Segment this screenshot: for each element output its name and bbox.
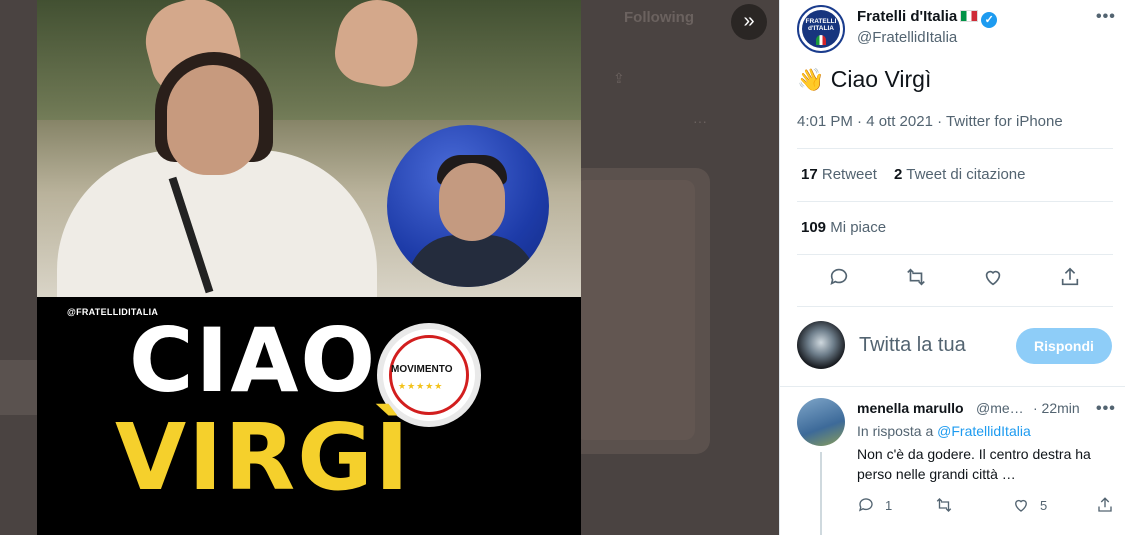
inset-portrait [387,125,549,287]
person-head [167,65,259,175]
poster-headline-line1: CIAO [129,309,378,412]
tweet-detail-panel: FRATELLI d'ITALIA Fratelli d'Italia ✓ @Fr… [779,0,1125,535]
flame-icon [816,35,826,45]
poster-headline-line2: VIRGÌ [115,404,412,511]
waving-hand-icon: 👋 [797,67,825,92]
verified-badge-icon: ✓ [981,12,998,28]
logo-ring [389,335,469,415]
reply-icon[interactable] [828,266,852,290]
likes-label: Mi piace [830,219,887,236]
retweets-count: 17 [801,166,818,183]
divider [797,201,1113,202]
following-label: Following [624,9,694,26]
comment-like-count: 5 [1040,497,1048,513]
comment-text: Non c'è da godere. Il centro destra ha p… [857,446,1091,482]
background-strip [0,360,40,415]
divider [797,148,1113,149]
tweet-text: 👋 Ciao Virgì [797,66,931,93]
retweet-icon[interactable] [905,266,929,290]
divider [797,306,1113,307]
italy-flag-icon [960,10,979,22]
likes-stat[interactable]: 109 Mi piace [801,219,886,236]
comment-share-action[interactable] [1096,494,1114,516]
comment-like-action[interactable]: 5 [1012,494,1047,516]
divider [797,254,1113,255]
author-name-text[interactable]: Fratelli d'Italia [857,8,957,25]
share-icon[interactable] [1096,496,1114,514]
logo-stars: ★★★★★ [398,381,444,391]
author-avatar[interactable]: FRATELLI d'ITALIA [797,5,845,53]
comment-time[interactable]: · 22min [1033,400,1080,416]
reply-to-link[interactable]: @FratellidItalia [937,423,1031,439]
photo-sky [37,0,581,120]
inset-suit [407,235,537,287]
thread-line [820,452,822,535]
avatar-text: FRATELLI d'ITALIA [805,18,837,33]
comment-reply-count: 1 [885,497,893,513]
reply-input[interactable]: Twitta la tua [859,334,966,357]
author-handle[interactable]: @FratellidItalia [857,29,957,46]
quotes-label: Tweet di citazione [906,166,1026,183]
poster-panel: @FRATELLIDITALIA CIAO MOVIMENTO ★★★★★ VI… [37,297,581,535]
background-share-icon: ⇪ [613,70,625,86]
section-divider [780,386,1125,387]
tweet-meta: 4:01 PM · 4 ott 2021 · Twitter for iPhon… [797,113,1063,130]
retweets-label: Retweet [821,166,877,183]
tweet-text-content: Ciao Virgì [830,66,932,92]
share-icon[interactable] [1059,266,1083,290]
comment-more-icon[interactable]: ••• [1096,400,1116,418]
likes-count: 109 [801,219,827,236]
tweet-media-image[interactable]: @FRATELLIDITALIA CIAO MOVIMENTO ★★★★★ VI… [37,0,581,535]
photo-area [37,0,581,310]
like-icon[interactable] [1012,496,1030,514]
comment-retweet-action[interactable] [935,494,953,516]
background-more-icon: ··· [693,113,707,129]
inset-head [439,163,505,241]
quotes-stat[interactable]: 2 Tweet di citazione [894,166,1025,183]
comment-avatar[interactable] [797,398,845,446]
reply-icon[interactable] [857,496,875,514]
retweets-stat[interactable]: 17 Retweet [801,166,877,183]
author-name[interactable]: Fratelli d'Italia ✓ [857,8,998,28]
comment-reply-context: In risposta a @FratellidItalia [857,423,1031,439]
logo-text: MOVIMENTO [391,364,453,375]
comment-reply-action[interactable]: 1 [857,494,892,516]
quotes-count: 2 [894,166,903,183]
retweet-icon[interactable] [935,496,953,514]
comment-author-handle[interactable]: @me… [976,400,1024,416]
comment-author-name[interactable]: menella marullo [857,400,964,416]
expand-panel-button[interactable]: » [731,4,767,40]
reply-prefix: In risposta a [857,423,934,439]
like-icon[interactable] [982,266,1006,290]
reply-button[interactable]: Rispondi [1016,328,1112,364]
more-options-icon[interactable]: ••• [1096,8,1116,26]
current-user-avatar[interactable] [797,321,845,369]
background-card-image [575,180,695,440]
